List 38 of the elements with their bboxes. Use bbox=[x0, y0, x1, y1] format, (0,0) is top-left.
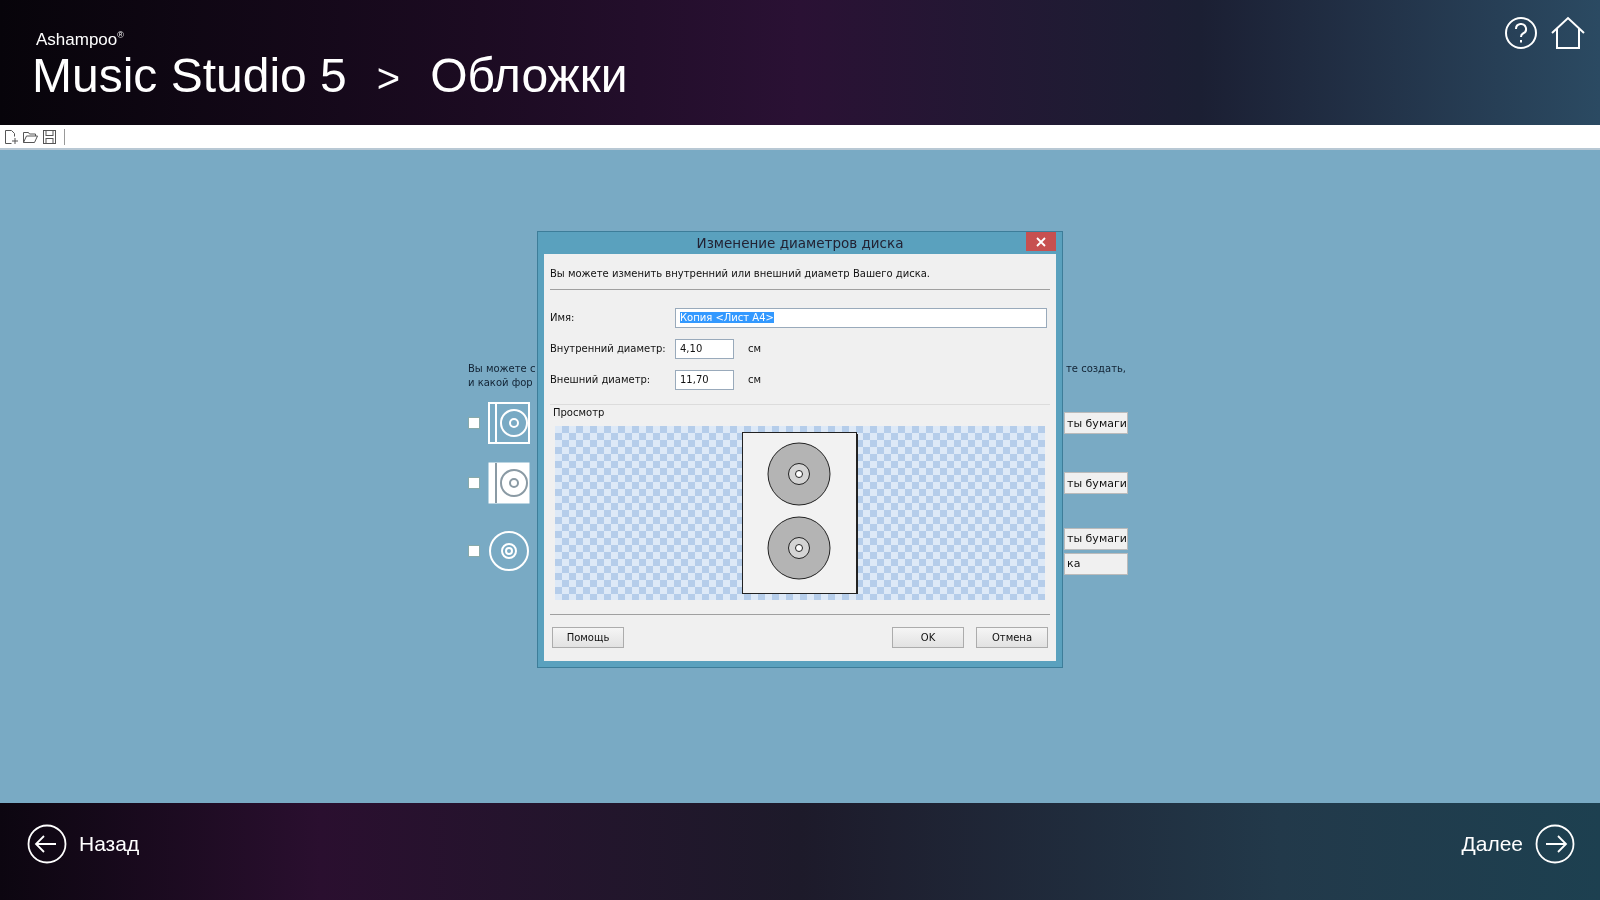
close-button[interactable] bbox=[1026, 232, 1056, 251]
back-button[interactable]: Назад bbox=[27, 823, 140, 864]
cd-case-icon bbox=[488, 462, 530, 504]
home-icon[interactable] bbox=[1550, 16, 1586, 50]
text-field[interactable]: 11,70 bbox=[675, 369, 734, 390]
paper-format-button[interactable]: ты бумаги bbox=[1064, 412, 1128, 434]
help-button[interactable]: Помощь bbox=[552, 627, 624, 648]
checkbox[interactable] bbox=[468, 545, 480, 557]
checkbox[interactable] bbox=[468, 477, 480, 489]
field-label: Внутренний диаметр: bbox=[550, 343, 667, 354]
breadcrumb-separator: > bbox=[376, 55, 401, 102]
dialog-description: Вы можете изменить внутренний или внешний диаметр Вашего диска. bbox=[550, 268, 931, 279]
unit-label: см bbox=[748, 374, 762, 385]
page-title: Обложки bbox=[430, 50, 628, 102]
next-button[interactable]: Далее bbox=[1461, 823, 1575, 864]
product-title: Music Studio 5 bbox=[32, 50, 347, 102]
paper-format-button[interactable]: ты бумаги bbox=[1064, 472, 1128, 494]
unit-label: см bbox=[748, 343, 762, 354]
text-field[interactable]: 4,10 bbox=[675, 338, 734, 359]
field-label: Имя: bbox=[550, 312, 576, 323]
field-label: Внешний диаметр: bbox=[550, 374, 652, 385]
intro-text: те создать, bbox=[1066, 362, 1127, 376]
save-icon[interactable] bbox=[42, 128, 57, 145]
intro-text: Вы можете с bbox=[468, 362, 536, 376]
paper-format-button[interactable]: ты бумаги bbox=[1064, 527, 1128, 550]
intro-text: и какой фор bbox=[468, 376, 533, 390]
close-icon bbox=[1036, 236, 1046, 247]
help-icon[interactable] bbox=[1504, 16, 1538, 50]
new-file-icon[interactable] bbox=[3, 128, 19, 145]
dialog-button[interactable]: Отмена bbox=[976, 627, 1048, 648]
dialog-title: Изменение диаметров диска bbox=[696, 235, 904, 251]
cd-case-icon bbox=[488, 402, 530, 444]
checkbox[interactable] bbox=[468, 417, 480, 429]
paper-format-button[interactable]: ка bbox=[1064, 552, 1128, 575]
dialog-button[interactable]: OK bbox=[892, 627, 964, 648]
preview-label: Просмотр bbox=[553, 407, 605, 418]
disc-icon bbox=[488, 530, 530, 572]
brand-name: Ashampoo$^{®}$ bbox=[36, 30, 125, 50]
